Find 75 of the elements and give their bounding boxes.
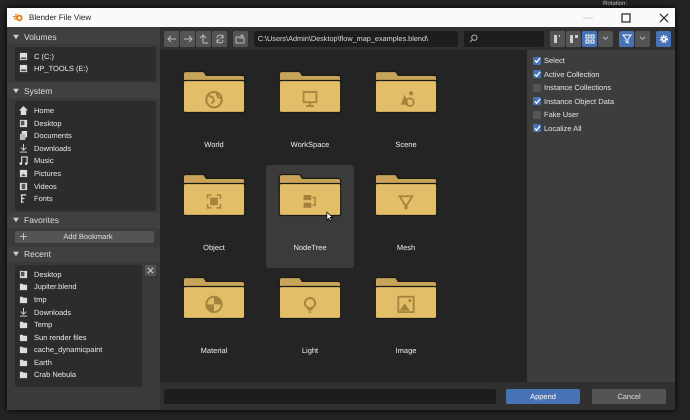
checkbox[interactable] [533,56,541,64]
disclosure-triangle-icon[interactable] [13,251,19,258]
panel-title: System [24,86,52,96]
search-icon [468,34,478,43]
filter-icon [622,34,632,44]
logo-icon [13,13,24,22]
panel-header[interactable]: Volumes [7,29,160,44]
disclosure-triangle-icon[interactable] [13,34,19,40]
maximize-icon[interactable] [621,12,631,22]
columns-view-button[interactable] [566,30,582,46]
desktop-icon [19,270,28,279]
folder-square-icon [182,173,246,217]
caret-icon [602,36,610,41]
desktop-icon [19,118,28,128]
font-icon [19,194,28,204]
panel-title: Volumes [24,32,57,42]
drive-icon [19,52,28,61]
panel-header[interactable]: Recent [7,246,160,262]
columns-view-icon [568,34,579,44]
checkbox[interactable] [533,70,541,78]
folder-globe-icon [182,70,246,114]
panel-header[interactable]: System [7,83,160,98]
panel-title: Recent [24,249,51,260]
folder-monitor-icon [278,70,342,114]
documents-icon [19,131,28,140]
back-button[interactable] [164,30,179,46]
music-icon [19,156,28,166]
checkbox[interactable] [533,110,541,118]
folder-nodes-icon [278,173,342,217]
check-icon [534,124,540,132]
settings-icon [658,34,669,44]
forward-button[interactable] [180,30,195,46]
clear-recent-button[interactable] [145,264,156,276]
caret-icon [639,36,646,41]
right-arrow-icon [182,34,192,44]
new-folder-button[interactable] [233,30,248,46]
home-icon [19,106,28,115]
folder-sphere-icon [182,276,246,320]
checkbox[interactable] [533,84,541,92]
drive-icon [19,64,28,74]
disclosure-triangle-icon[interactable] [13,217,19,224]
list-view-button[interactable] [550,30,566,46]
window-title: Blender File View [29,13,92,22]
folder-picture-icon [374,276,438,320]
picture-icon [19,168,28,178]
download-icon [19,144,28,153]
thumbnail-view-button[interactable] [582,30,598,46]
close-icon[interactable] [659,12,669,22]
grid-view-icon [584,34,595,44]
new-folder-icon [235,34,246,44]
parent-directory-button[interactable] [196,30,211,46]
filter-dropdown-button[interactable] [635,30,650,46]
left-arrow-icon [166,34,176,44]
download-icon [19,308,28,317]
disclosure-triangle-icon[interactable] [13,88,19,94]
folder-light-bulb-icon [278,276,342,320]
settings-button[interactable] [656,30,671,46]
search-field[interactable] [464,30,544,46]
folder-triangle-mesh-icon [374,173,438,217]
close-icon [147,266,154,274]
panel-header[interactable]: Favorites [7,212,160,228]
checkbox[interactable] [533,97,541,105]
mouse-cursor-icon [326,211,333,222]
refresh-icon [214,34,224,44]
list-view-icon [552,34,563,44]
film-icon [19,182,28,191]
check-icon [534,98,540,104]
folder-shapes-icon [374,70,438,114]
up-arrow-icon [198,34,208,44]
checkbox[interactable] [533,124,541,132]
panel-title: Favorites [24,215,59,226]
display-dropdown-button[interactable] [598,30,614,46]
refresh-button[interactable] [212,30,227,46]
plus-icon [20,233,27,240]
filter-button[interactable] [619,30,634,46]
